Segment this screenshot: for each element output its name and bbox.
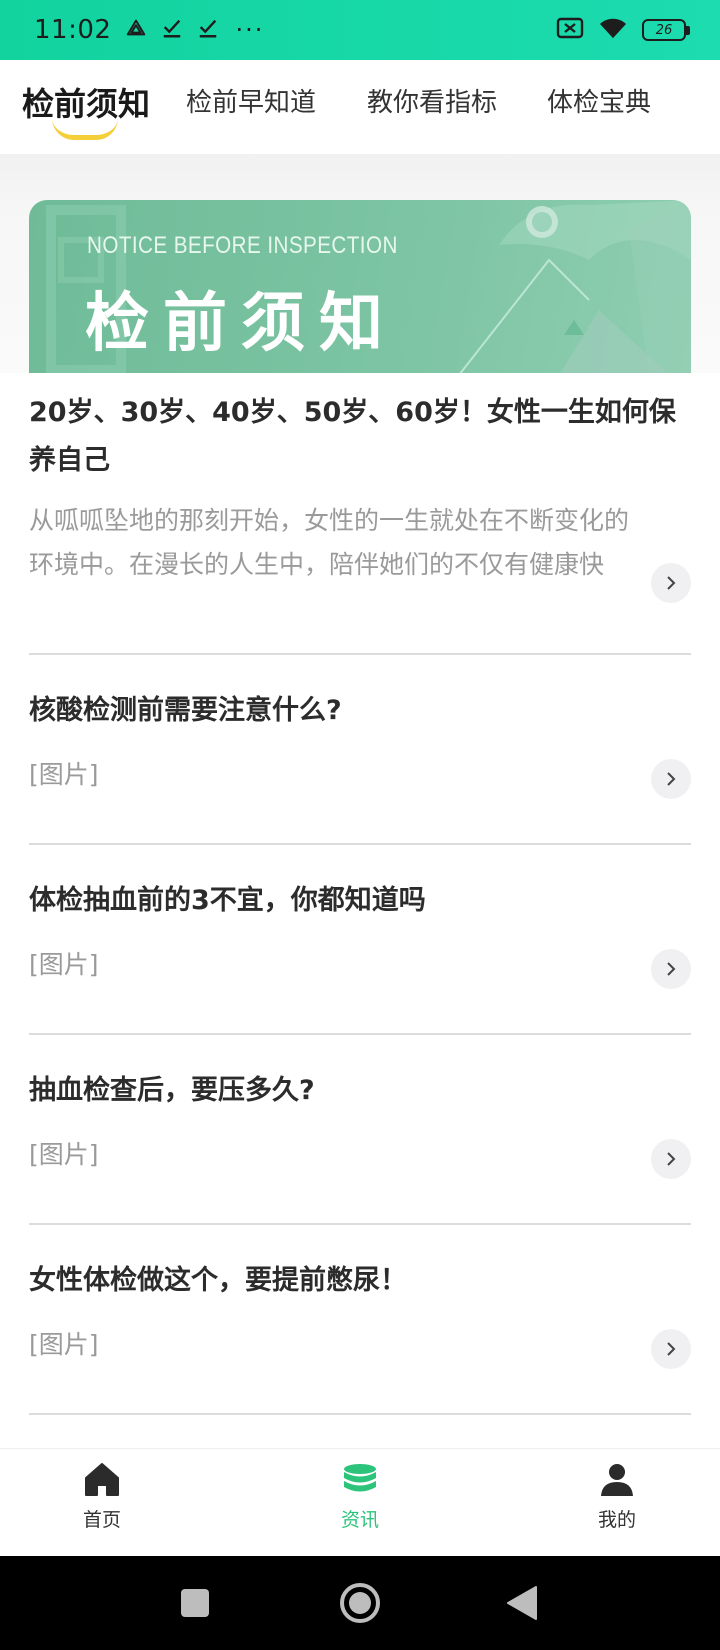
- article-title: 女性体检做这个，要提前憋尿！: [29, 1265, 407, 1296]
- back-button[interactable]: [506, 1585, 538, 1625]
- status-bar: 11:02 ··· 26: [0, 0, 720, 60]
- sim-off-icon: [556, 16, 584, 44]
- home-icon: [83, 1461, 121, 1503]
- more-notifications-icon: ···: [235, 16, 265, 44]
- article-item[interactable]: 女性体检做这个，要提前憋尿！ [图片]: [29, 1225, 691, 1415]
- check-icon: [161, 17, 183, 43]
- banner-title: 检前须知: [85, 287, 397, 361]
- nav-mine-label: 我的: [597, 1509, 636, 1531]
- tab-read-indicators[interactable]: 教你看指标: [367, 82, 497, 119]
- battery-icon: 26: [642, 19, 690, 41]
- check-icon: [197, 17, 219, 43]
- article-summary: [图片]: [29, 950, 99, 979]
- nav-home-label: 首页: [82, 1509, 121, 1531]
- nav-home[interactable]: 首页: [42, 1461, 162, 1532]
- chevron-right-icon[interactable]: [651, 759, 691, 799]
- article-title: 20岁、30岁、40岁、50岁、60岁！女性一生如何保养自己: [29, 397, 676, 476]
- banner[interactable]: NOTICE BEFORE INSPECTION 检前须知: [29, 200, 691, 375]
- chevron-right-icon[interactable]: [651, 1139, 691, 1179]
- system-navigation-bar: [0, 1556, 720, 1650]
- article-summary: [图片]: [29, 1140, 99, 1169]
- drive-icon: [125, 17, 147, 43]
- article-item[interactable]: 体检抽血前的3不宜，你都知道吗 [图片]: [29, 845, 691, 1035]
- article-item[interactable]: 20岁、30岁、40岁、50岁、60岁！女性一生如何保养自己 从呱呱坠地的那刻开…: [29, 373, 691, 655]
- home-button[interactable]: [339, 1582, 381, 1628]
- banner-subtitle: NOTICE BEFORE INSPECTION: [87, 232, 398, 259]
- article-list: 20岁、30岁、40岁、50岁、60岁！女性一生如何保养自己 从呱呱坠地的那刻开…: [0, 373, 720, 1448]
- article-title: 抽血检查后，要压多久?: [29, 1075, 315, 1106]
- status-time: 11:02: [34, 15, 112, 45]
- active-tab-indicator: [52, 118, 118, 140]
- category-tab-bar: 检前须知 检前早知道 教你看指标 体检宝典: [0, 60, 720, 154]
- article-item[interactable]: 核酸检测前需要注意什么? [图片]: [29, 655, 691, 845]
- nav-mine[interactable]: 我的: [557, 1461, 677, 1532]
- bottom-nav: 首页 资讯 我的: [0, 1448, 720, 1556]
- wifi-icon: [598, 16, 628, 44]
- nav-news[interactable]: 资讯: [300, 1461, 420, 1532]
- user-icon: [598, 1461, 636, 1503]
- tab-know-early[interactable]: 检前早知道: [186, 82, 316, 119]
- chevron-right-icon[interactable]: [651, 949, 691, 989]
- article-summary: [图片]: [29, 760, 99, 789]
- article-summary: [图片]: [29, 1330, 99, 1359]
- article-summary: 从呱呱坠地的那刻开始，女性的一生就处在不断变化的环境中。在漫长的人生中，陪伴她们…: [29, 506, 630, 579]
- database-icon: [341, 1461, 379, 1503]
- article-title: 核酸检测前需要注意什么?: [29, 695, 342, 726]
- recent-apps-button[interactable]: [180, 1588, 210, 1622]
- nav-news-label: 资讯: [340, 1509, 379, 1531]
- tab-checkup-guide[interactable]: 体检宝典: [547, 82, 651, 119]
- chevron-right-icon[interactable]: [651, 1329, 691, 1369]
- chevron-right-icon[interactable]: [651, 563, 691, 603]
- article-item[interactable]: 抽血检查后，要压多久? [图片]: [29, 1035, 691, 1225]
- article-title: 体检抽血前的3不宜，你都知道吗: [29, 885, 426, 916]
